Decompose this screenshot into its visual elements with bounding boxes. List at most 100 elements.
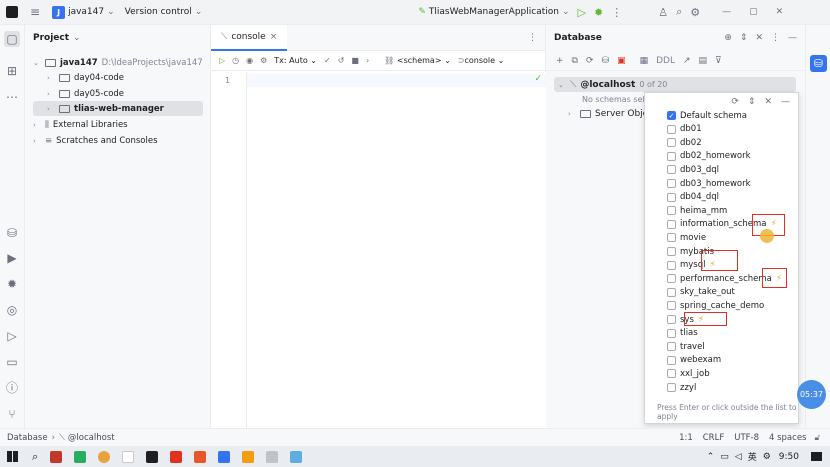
checkbox-icon[interactable] — [667, 355, 676, 365]
schema-item[interactable]: db03_dql — [667, 163, 719, 176]
run-config-selector[interactable]: ✎ TliasWebManagerApplication ⌄ — [418, 7, 569, 17]
execute-icon[interactable]: ▷ — [219, 56, 225, 65]
schema-item[interactable]: webexam — [667, 354, 721, 367]
breadcrumb-host[interactable]: @localhost — [68, 433, 115, 443]
rollback-icon[interactable]: ↺ — [338, 56, 345, 65]
debug-icon[interactable]: ✹ — [594, 6, 603, 19]
close-icon[interactable]: ✕ — [764, 97, 772, 107]
run-icon[interactable]: ▷ — [578, 6, 586, 19]
close-tab-icon[interactable]: × — [270, 32, 278, 42]
console-icon[interactable]: ▤ — [699, 56, 708, 66]
add-icon[interactable]: + — [556, 56, 564, 66]
server-objects-row[interactable]: › Server Obje — [568, 109, 648, 119]
schema-item[interactable]: db04_dql — [667, 191, 719, 204]
schema-item[interactable]: db01 — [667, 123, 702, 136]
checkbox-icon[interactable] — [667, 247, 676, 256]
tray-settings-icon[interactable]: ⚙ — [763, 452, 771, 462]
chevron-right-icon[interactable]: › — [366, 56, 369, 65]
tree-item-tlias-web-manager[interactable]: › tlias-web-manager — [33, 101, 203, 116]
database-tool-icon[interactable]: ⛁ — [810, 55, 827, 72]
minimize-icon[interactable]: — — [722, 7, 731, 17]
checkbox-icon[interactable] — [667, 328, 676, 338]
hide-icon[interactable]: — — [788, 33, 797, 43]
indent-setting[interactable]: 4 spaces — [769, 433, 806, 443]
database-tool-icon[interactable]: ⛁ — [4, 225, 20, 241]
properties-icon[interactable]: ⛁ — [602, 56, 610, 66]
more-icon[interactable]: ⋮ — [611, 6, 622, 19]
maximize-icon[interactable]: ▢ — [749, 7, 758, 17]
filter-icon[interactable]: ⊽ — [715, 56, 722, 66]
table-icon[interactable]: ▦ — [640, 56, 649, 66]
schema-item[interactable]: spring_cache_demo — [667, 299, 764, 312]
project-panel-header[interactable]: Project ⌄ — [25, 25, 210, 51]
plugins-tool-icon[interactable]: ◎ — [4, 302, 20, 318]
ddl-button[interactable]: DDL — [656, 56, 675, 66]
checkbox-icon[interactable] — [667, 179, 676, 188]
checkbox-icon[interactable] — [667, 138, 676, 148]
app-icon-2[interactable] — [74, 450, 87, 463]
checkbox-icon[interactable] — [667, 151, 676, 161]
checkbox-checked-icon[interactable]: ✓ — [667, 111, 676, 120]
volume-icon[interactable]: ◁ — [735, 452, 742, 462]
terminal-tool-icon[interactable]: ▭ — [4, 354, 20, 370]
schema-item[interactable]: db02 — [667, 136, 702, 149]
checkbox-icon[interactable] — [667, 301, 676, 311]
caret-position[interactable]: 1:1 — [679, 433, 693, 443]
refresh-icon[interactable]: ⟳ — [586, 56, 594, 66]
tree-item-scratches[interactable]: › ≡ Scratches and Consoles — [33, 133, 158, 148]
checkbox-icon[interactable] — [667, 342, 676, 352]
search-icon[interactable]: ⌕ — [676, 5, 682, 19]
app-logo-icon[interactable] — [6, 6, 18, 18]
checkbox-icon[interactable] — [667, 165, 676, 175]
app-icon-8[interactable] — [218, 450, 231, 463]
settings-icon[interactable]: ⚙ — [260, 56, 267, 65]
collapse-all-icon[interactable]: ✕ — [755, 33, 763, 43]
tray-chevron-icon[interactable]: ⌃ — [707, 452, 715, 462]
checkbox-icon[interactable] — [667, 206, 676, 216]
more-icon[interactable]: ⋮ — [528, 33, 537, 43]
checkbox-icon[interactable] — [667, 219, 676, 229]
schema-item[interactable]: ✓ Default schema — [667, 109, 747, 122]
checkbox-icon[interactable] — [667, 315, 676, 324]
lock-icon[interactable]: 🔓︎ — [814, 433, 820, 443]
copy-icon[interactable]: ⧉ — [572, 56, 578, 66]
more-tools-icon[interactable]: ⋯ — [4, 89, 20, 105]
search-icon[interactable]: ⌕ — [32, 450, 38, 464]
schema-item[interactable]: heima_mm — [667, 204, 727, 217]
git-tool-icon[interactable]: ⑂ — [4, 406, 20, 422]
app-icon-6[interactable] — [170, 450, 183, 463]
checkbox-icon[interactable] — [667, 124, 676, 134]
schema-item[interactable]: db03_homework — [667, 177, 751, 190]
stop-icon[interactable]: ◉ — [246, 56, 253, 65]
refresh-icon[interactable]: ⟳ — [731, 97, 739, 107]
console-selector[interactable]: ⊃console ⌄ — [458, 56, 505, 65]
structure-tool-icon[interactable]: ⊞ — [4, 63, 20, 79]
expand-collapse-icon[interactable]: ⇕ — [740, 33, 748, 43]
more-icon[interactable]: ⋮ — [771, 33, 780, 43]
app-icon-11[interactable] — [290, 450, 303, 463]
hamburger-menu-icon[interactable]: ≡ — [30, 5, 40, 19]
problems-tool-icon[interactable]: ⓘ — [4, 380, 20, 396]
editor-text-area[interactable]: ✓ — [247, 72, 546, 428]
tx-mode-selector[interactable]: Tx: Auto ⌄ — [274, 56, 317, 65]
chrome-icon[interactable] — [98, 450, 111, 463]
schema-item[interactable]: travel — [667, 340, 705, 353]
app-icon-7[interactable] — [194, 450, 207, 463]
schema-item[interactable]: zzyl — [667, 381, 696, 394]
checkbox-icon[interactable] — [667, 369, 676, 379]
schema-item[interactable]: db02_homework — [667, 150, 751, 163]
schema-item[interactable]: sky_take_out — [667, 286, 735, 299]
app-icon-4[interactable] — [122, 450, 135, 463]
network-icon[interactable]: ▭ — [720, 452, 729, 462]
intellij-icon[interactable] — [146, 450, 159, 463]
project-tool-icon[interactable]: ▢ — [4, 31, 20, 47]
checkbox-icon[interactable] — [667, 260, 676, 270]
hide-icon[interactable]: — — [781, 97, 790, 107]
close-icon[interactable]: ✕ — [776, 7, 784, 17]
ime-indicator[interactable]: 英 — [748, 450, 757, 463]
breadcrumb-database[interactable]: Database — [7, 433, 48, 443]
history-icon[interactable]: ◷ — [232, 56, 239, 65]
run-tool-icon[interactable]: ▷ — [4, 328, 20, 344]
clock[interactable]: 9:50 — [779, 452, 799, 462]
expand-collapse-icon[interactable]: ⇕ — [748, 97, 756, 107]
